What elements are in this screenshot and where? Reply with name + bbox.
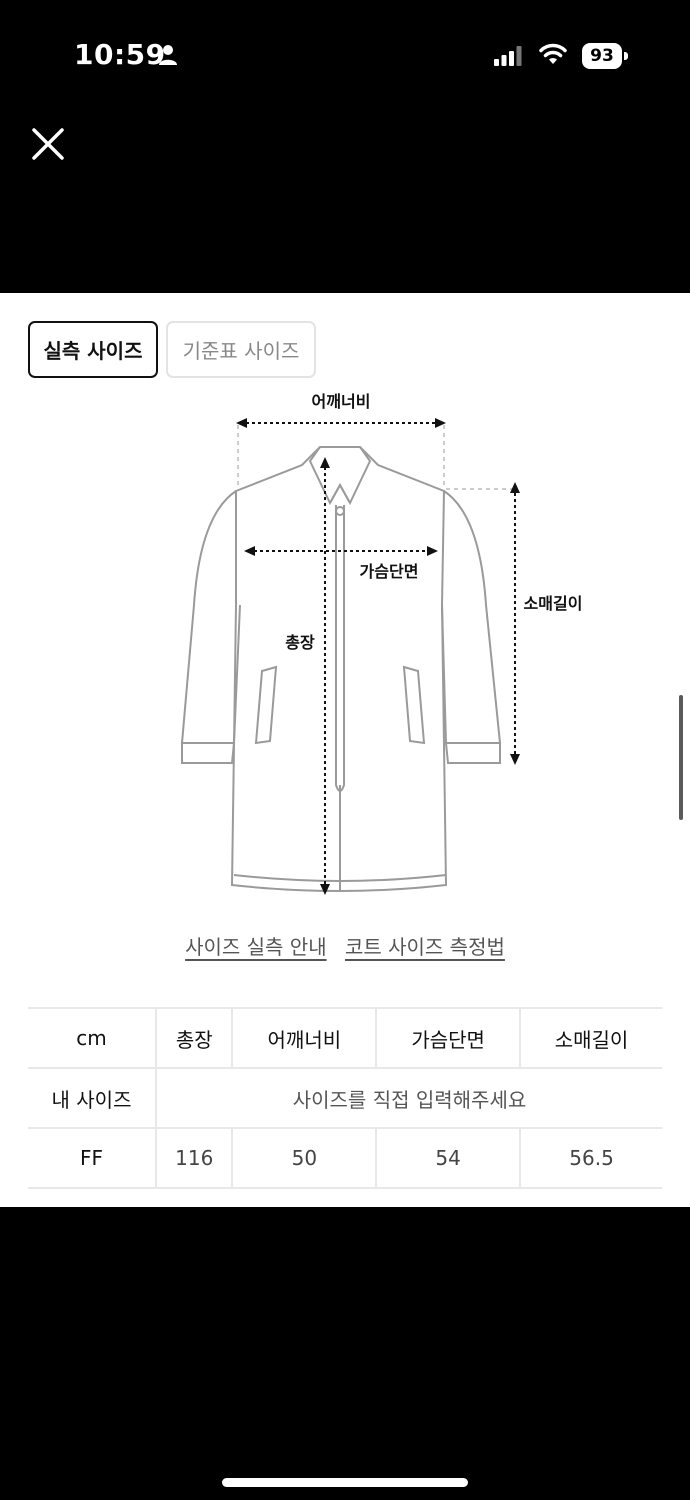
size-name: FF [28,1127,156,1189]
sleeve-label: 소매길이 [524,594,583,613]
size-value-chest: 54 [375,1127,521,1189]
battery-tip [624,52,628,60]
table-header-row: cm 총장 어깨너비 가슴단면 소매길이 [28,1007,662,1069]
header-unit: cm [28,1007,156,1069]
size-guide-link[interactable]: 사이즈 실측 안내 [185,935,327,959]
header-length: 총장 [154,1007,233,1069]
battery-indicator: 93 [582,43,628,69]
person-icon [159,45,177,65]
tab-measured-size[interactable]: 실측 사이즈 [28,321,158,378]
my-size-label: 내 사이즈 [28,1067,156,1129]
coat-size-diagram: 어깨너비 가슴단면 총장 소매길이 [180,392,583,895]
header-shoulder: 어깨너비 [231,1007,377,1069]
sleeve-measure-arrow [510,482,520,765]
coat-measure-link[interactable]: 코트 사이즈 측정법 [345,935,505,959]
length-measure-arrow [320,457,330,895]
status-bar: 10:59 93 [0,0,690,110]
cellular-signal-icon [494,46,522,66]
size-panel: 실측 사이즈 기준표 사이즈 어깨너비 가슴단면 총장 소매길이 사이즈 실측 … [0,293,690,1207]
size-value-shoulder: 50 [231,1127,377,1189]
close-icon[interactable] [28,124,68,164]
size-table: cm 총장 어깨너비 가슴단면 소매길이 내 사이즈 사이즈를 직접 입력해주세… [28,1007,662,1189]
home-indicator[interactable] [222,1478,468,1487]
tab-standard-size[interactable]: 기준표 사이즈 [166,321,316,378]
scrollbar[interactable] [679,695,683,820]
shoulder-label: 어깨너비 [312,392,371,411]
my-size-row: 내 사이즈 사이즈를 직접 입력해주세요 [28,1067,662,1129]
chest-label: 가슴단면 [360,562,419,581]
status-time: 10:59 [74,38,166,71]
size-value-length: 116 [154,1127,233,1189]
coat-outline [180,446,502,892]
size-tabs: 실측 사이즈 기준표 사이즈 [28,321,316,378]
chest-measure-arrow [244,546,438,556]
size-value-sleeve: 56.5 [519,1127,662,1189]
size-guide-links: 사이즈 실측 안내 코트 사이즈 측정법 [0,931,690,960]
battery-level: 93 [582,43,622,69]
my-size-input-prompt[interactable]: 사이즈를 직접 입력해주세요 [155,1067,662,1129]
header-chest: 가슴단면 [375,1007,521,1069]
table-row: FF 116 50 54 56.5 [28,1127,662,1189]
shoulder-measure-arrow [236,418,446,428]
wifi-icon [539,43,567,64]
length-label: 총장 [285,633,315,652]
header-sleeve: 소매길이 [519,1007,662,1069]
guide-lines [237,425,512,490]
